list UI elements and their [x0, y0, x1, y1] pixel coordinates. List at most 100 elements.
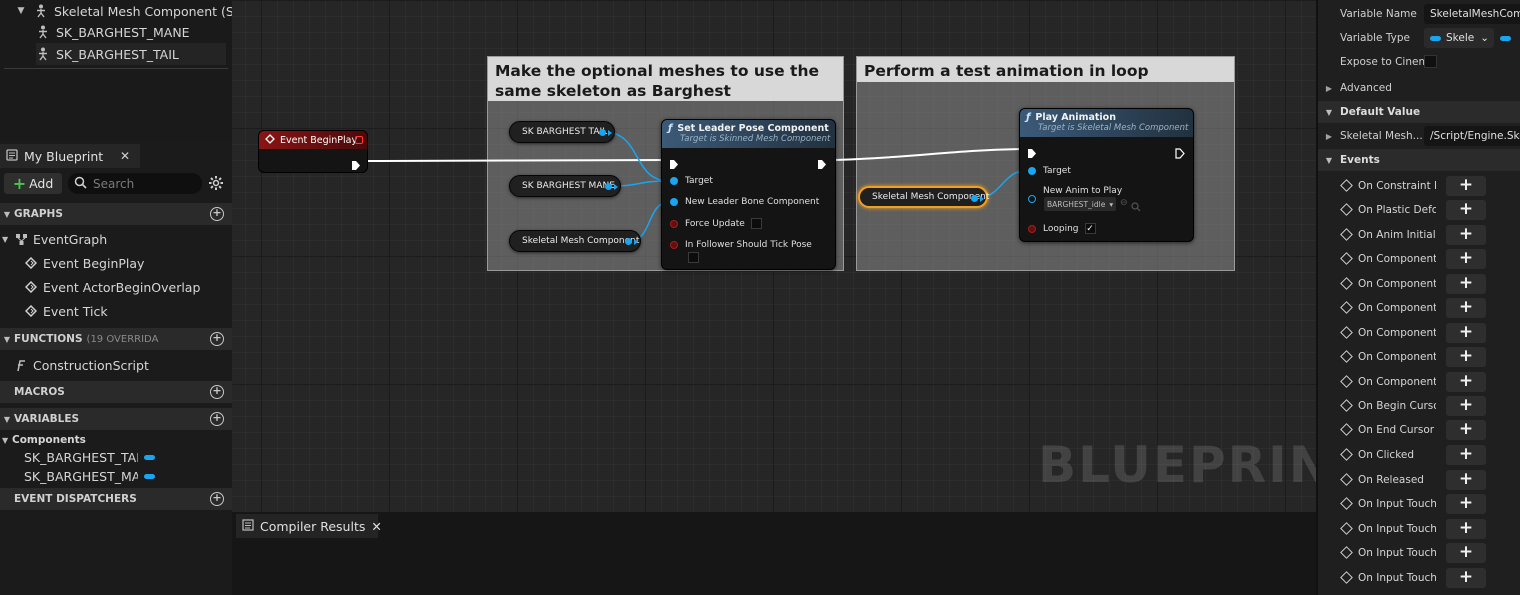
object-pin-icon[interactable]	[1028, 167, 1036, 175]
gear-icon[interactable]	[208, 175, 224, 191]
output-pin[interactable]	[625, 238, 632, 245]
section-graphs[interactable]: ▼ GRAPHS +	[0, 203, 232, 225]
tab-compiler-results[interactable]: Compiler Results ✕	[236, 514, 382, 538]
default-value-category[interactable]: ▼ Default Value	[1318, 101, 1520, 123]
add-macro-button[interactable]: +	[210, 385, 224, 399]
collapse-arrow-icon[interactable]: ▼	[2, 235, 14, 244]
output-pin[interactable]	[971, 195, 978, 202]
add-event-button[interactable]: +	[1446, 274, 1486, 294]
add-event-button[interactable]: +	[1446, 396, 1486, 416]
variable-name-field[interactable]: SkeletalMeshComp	[1424, 4, 1520, 24]
add-event-button[interactable]: +	[1446, 568, 1486, 588]
variable-type-dropdown[interactable]: Skele ⌄	[1424, 28, 1494, 48]
object-pin-icon[interactable]	[670, 198, 678, 206]
output-pin[interactable]	[599, 129, 606, 136]
anim-asset-dropdown[interactable]: BARGHEST_idle ▾	[1044, 197, 1116, 211]
pin-looping[interactable]: Looping ✓	[1028, 223, 1096, 234]
skeletal-mesh-field[interactable]: /Script/Engine.Skel	[1424, 126, 1520, 146]
event-graph-item[interactable]: ▼ EventGraph	[2, 228, 107, 250]
add-graph-button[interactable]: +	[210, 207, 224, 221]
expose-checkbox[interactable]	[1424, 55, 1437, 68]
asset-pin-icon[interactable]	[1028, 195, 1036, 203]
add-event-button[interactable]: +	[1446, 519, 1486, 539]
component-child-tail[interactable]: SK_BARGHEST_TAIL	[36, 43, 226, 65]
container-type-pill[interactable]	[1500, 36, 1511, 41]
add-event-button[interactable]: +	[1446, 347, 1486, 367]
expand-arrow-icon[interactable]: ▶	[1318, 84, 1340, 93]
component-child-mane[interactable]: SK_BARGHEST_MANE	[36, 21, 190, 43]
graph-event-item[interactable]: Event ActorBeginOverlap	[24, 276, 200, 298]
var-node-mane[interactable]: SK BARGHEST MANE	[509, 175, 621, 197]
collapse-arrow-icon[interactable]: ▼	[1318, 108, 1340, 117]
object-pin-icon[interactable]	[670, 177, 678, 185]
exec-out-pin[interactable]	[351, 156, 361, 175]
section-event-dispatchers[interactable]: EVENT DISPATCHERS +	[0, 488, 232, 510]
add-event-button[interactable]: +	[1446, 420, 1486, 440]
add-event-button[interactable]: +	[1446, 372, 1486, 392]
var-node-mesh[interactable]: Skeletal Mesh Component	[509, 230, 641, 252]
add-event-button[interactable]: +	[1446, 470, 1486, 490]
advanced-expander[interactable]: ▶ Advanced	[1318, 77, 1520, 99]
graph-event-item[interactable]: Event Tick	[24, 300, 108, 322]
add-variable-button[interactable]: +	[210, 412, 224, 426]
pin-target[interactable]: Target	[670, 176, 713, 186]
output-pin[interactable]	[605, 183, 612, 190]
follower-tick-checkbox[interactable]	[688, 252, 699, 263]
exec-out-pin[interactable]	[817, 155, 827, 174]
use-selected-icon[interactable]: ⊖	[1120, 198, 1128, 208]
add-event-button[interactable]: +	[1446, 323, 1486, 343]
add-event-button[interactable]: +	[1446, 249, 1486, 269]
exec-in-pin[interactable]	[669, 155, 679, 174]
add-event-button[interactable]: +	[1446, 225, 1486, 245]
add-button[interactable]: + Add	[4, 173, 62, 194]
collapse-arrow-icon[interactable]: ▼	[0, 415, 14, 424]
collapse-arrow-icon[interactable]: ▼	[2, 436, 12, 445]
browse-icon[interactable]	[1131, 197, 1141, 216]
pin-force-update[interactable]: Force Update	[670, 218, 762, 229]
close-icon[interactable]: ✕	[120, 149, 130, 163]
add-event-button[interactable]: +	[1446, 176, 1486, 196]
section-functions[interactable]: ▼ FUNCTIONS (19 OVERRIDA +	[0, 328, 232, 350]
function-item[interactable]: ConstructionScript	[14, 354, 149, 376]
component-root-row[interactable]: ▼ Skeletal Mesh Component (Skel	[14, 0, 252, 22]
graph-event-item[interactable]: Event BeginPlay	[24, 252, 144, 274]
section-variables[interactable]: ▼ VARIABLES +	[0, 408, 232, 430]
tab-my-blueprint[interactable]: My Blueprint ✕	[0, 144, 140, 168]
set-leader-pose-node[interactable]: ƒ Set Leader Pose Component Target is Ski…	[661, 119, 836, 270]
add-event-button[interactable]: +	[1446, 298, 1486, 318]
bool-pin-icon[interactable]	[1028, 224, 1036, 233]
var-node-mesh-selected[interactable]: Skeletal Mesh Component	[858, 186, 989, 208]
collapse-arrow-icon[interactable]: ▼	[0, 335, 14, 344]
expand-arrow-icon[interactable]: ▶	[1318, 132, 1340, 141]
pin-target[interactable]: Target	[1028, 166, 1071, 176]
pin-follower-tick[interactable]: In Follower Should Tick Pose	[670, 240, 812, 250]
event-beginplay-node[interactable]: Event BeginPlay	[258, 130, 368, 173]
bool-pin-icon[interactable]	[670, 241, 678, 249]
event-graph-canvas[interactable]: Make the optional meshes to use the same…	[232, 0, 1316, 512]
search-input[interactable]	[93, 176, 193, 191]
delegate-pin-icon[interactable]	[355, 136, 363, 144]
skeletal-mesh-row[interactable]: ▶ Skeletal Mesh... /Script/Engine.Skel	[1318, 125, 1520, 147]
events-category[interactable]: ▼ Events	[1318, 149, 1520, 171]
variable-item[interactable]: SK_BARGHEST_MANI	[24, 465, 155, 487]
collapse-arrow-icon[interactable]: ▼	[14, 4, 28, 18]
var-node-tail[interactable]: SK BARGHEST TAIL	[509, 121, 615, 143]
add-event-button[interactable]: +	[1446, 200, 1486, 220]
search-box[interactable]	[68, 173, 202, 194]
section-macros[interactable]: MACROS +	[0, 381, 232, 403]
close-icon[interactable]: ✕	[371, 519, 381, 534]
exec-out-pin[interactable]	[1175, 144, 1185, 163]
bool-pin-icon[interactable]	[670, 219, 678, 228]
add-dispatcher-button[interactable]: +	[210, 492, 224, 506]
exec-in-pin[interactable]	[1027, 144, 1037, 163]
add-event-button[interactable]: +	[1446, 543, 1486, 563]
play-animation-node[interactable]: ƒ Play Animation Target is Skeletal Mesh …	[1019, 108, 1194, 242]
add-event-button[interactable]: +	[1446, 445, 1486, 465]
pin-new-leader[interactable]: New Leader Bone Component	[670, 197, 819, 207]
add-event-button[interactable]: +	[1446, 494, 1486, 514]
collapse-arrow-icon[interactable]: ▼	[0, 210, 14, 219]
collapse-arrow-icon[interactable]: ▼	[1318, 156, 1340, 165]
add-function-button[interactable]: +	[210, 332, 224, 346]
looping-checkbox[interactable]: ✓	[1084, 223, 1096, 234]
force-update-checkbox[interactable]	[750, 218, 762, 229]
